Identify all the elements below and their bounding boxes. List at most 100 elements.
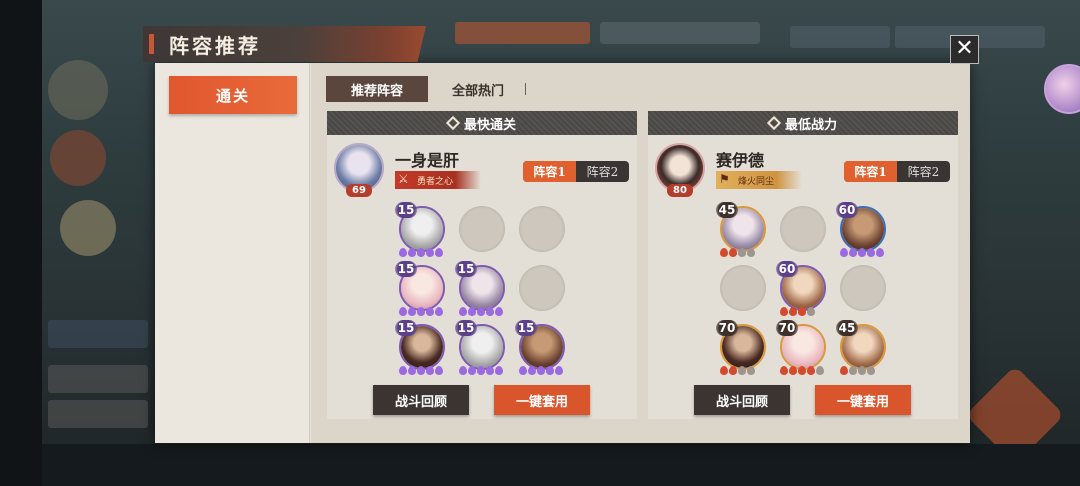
star-pip-icon <box>876 248 884 257</box>
hero-slot[interactable]: 70 <box>716 320 768 375</box>
empty-slot[interactable] <box>457 204 507 254</box>
star-pip-icon <box>408 366 416 375</box>
star-pips <box>840 248 888 258</box>
leader-name: 一身是肝 <box>395 151 460 170</box>
background-tab <box>790 26 890 48</box>
lineup-tab-1[interactable]: 阵容1 <box>523 161 576 182</box>
card-header-label: 最低战力 <box>784 117 837 133</box>
star-pips <box>720 366 768 376</box>
star-pips <box>780 307 828 317</box>
lineup-card-lowest-power: 最低战力 80 赛伊德 ⚑ 烽火同尘 阵容1 阵容2 45 60 60 70 70 45 … <box>648 111 958 419</box>
star-pip-icon <box>486 366 494 375</box>
empty-slot[interactable] <box>718 263 768 313</box>
star-pip-icon <box>477 366 485 375</box>
empty-slot[interactable] <box>517 263 567 313</box>
diamond-icon <box>445 115 461 131</box>
star-pip-icon <box>849 248 857 257</box>
close-icon[interactable]: ✕ <box>950 35 979 64</box>
empty-slot[interactable] <box>517 204 567 254</box>
sidebar-item-clear[interactable]: 通关 <box>169 76 297 114</box>
star-pip-icon <box>408 248 416 257</box>
hero-level: 60 <box>776 261 798 277</box>
star-pip-icon <box>468 366 476 375</box>
hero-slot[interactable]: 70 <box>776 320 828 375</box>
empty-slot-circle <box>459 206 505 252</box>
tab-recommended[interactable]: 推荐阵容 <box>326 76 428 102</box>
star-pip-icon <box>807 307 815 316</box>
hero-level: 15 <box>455 261 477 277</box>
star-pip-icon <box>435 366 443 375</box>
star-pip-icon <box>519 366 527 375</box>
hero-slot[interactable]: 15 <box>455 320 507 375</box>
star-pip-icon <box>798 307 806 316</box>
hero-level: 70 <box>776 320 798 336</box>
hero-slot[interactable]: 15 <box>515 320 567 375</box>
empty-slot[interactable] <box>838 263 888 313</box>
hero-level: 60 <box>836 202 858 218</box>
star-pip-icon <box>780 307 788 316</box>
hero-level: 45 <box>716 202 738 218</box>
hero-slot[interactable]: 15 <box>395 202 447 257</box>
star-pip-icon <box>780 366 788 375</box>
hero-level: 15 <box>395 261 417 277</box>
hero-slot[interactable]: 45 <box>836 320 888 375</box>
background-bottom-bar <box>42 444 1080 486</box>
apply-lineup-button[interactable]: 一键套用 <box>494 385 590 415</box>
leader-title-badge: ⚑ 烽火同尘 <box>716 171 802 189</box>
star-pip-icon <box>840 248 848 257</box>
star-pip-icon <box>528 366 536 375</box>
star-pip-icon <box>426 248 434 257</box>
background-tab <box>48 400 148 428</box>
apply-lineup-button[interactable]: 一键套用 <box>815 385 911 415</box>
star-pip-icon <box>459 307 467 316</box>
lineup-toggle: 阵容1 阵容2 <box>844 161 950 182</box>
background-tab <box>600 22 760 44</box>
star-pip-icon <box>729 366 737 375</box>
battle-review-button[interactable]: 战斗回顾 <box>694 385 790 415</box>
star-pip-icon <box>495 366 503 375</box>
lineup-tab-2[interactable]: 阵容2 <box>576 161 629 182</box>
hero-level: 45 <box>836 320 858 336</box>
hero-slot[interactable]: 15 <box>395 320 447 375</box>
hero-slot[interactable]: 15 <box>395 261 447 316</box>
hero-level: 15 <box>455 320 477 336</box>
star-pip-icon <box>840 366 848 375</box>
star-pip-icon <box>477 307 485 316</box>
star-pips <box>519 366 567 376</box>
lineup-tab-1[interactable]: 阵容1 <box>844 161 897 182</box>
star-pip-icon <box>555 366 563 375</box>
hero-slot[interactable]: 60 <box>776 261 828 316</box>
leader-level: 80 <box>667 184 693 197</box>
battle-review-button[interactable]: 战斗回顾 <box>373 385 469 415</box>
star-pips <box>399 248 447 258</box>
star-pip-icon <box>858 366 866 375</box>
background-icon <box>50 130 106 186</box>
card-header: 最快通关 <box>327 111 637 135</box>
leader-title: 烽火同尘 <box>738 176 775 187</box>
star-pips <box>459 307 507 317</box>
panel-sidebar: 通关 <box>155 63 310 443</box>
empty-slot[interactable] <box>778 204 828 254</box>
star-pip-icon <box>720 248 728 257</box>
star-pip-icon <box>399 366 407 375</box>
crossed-swords-icon: ⚔ <box>398 172 409 186</box>
empty-slot-circle <box>720 265 766 311</box>
lineup-tab-2[interactable]: 阵容2 <box>897 161 950 182</box>
card-header-label: 最快通关 <box>463 117 516 133</box>
star-pip-icon <box>720 366 728 375</box>
star-pip-icon <box>495 307 503 316</box>
star-pip-icon <box>858 248 866 257</box>
tab-all-popular[interactable]: 全部热门 <box>440 76 516 102</box>
hero-level: 15 <box>395 202 417 218</box>
star-pip-icon <box>747 366 755 375</box>
star-pips <box>399 366 447 376</box>
hero-slot[interactable]: 15 <box>455 261 507 316</box>
star-pip-icon <box>867 366 875 375</box>
hero-slot[interactable]: 45 <box>716 202 768 257</box>
hero-slot[interactable]: 60 <box>836 202 888 257</box>
star-pip-icon <box>459 366 467 375</box>
star-pip-icon <box>408 307 416 316</box>
empty-slot-circle <box>519 206 565 252</box>
star-pip-icon <box>738 248 746 257</box>
tab-divider <box>525 83 526 95</box>
